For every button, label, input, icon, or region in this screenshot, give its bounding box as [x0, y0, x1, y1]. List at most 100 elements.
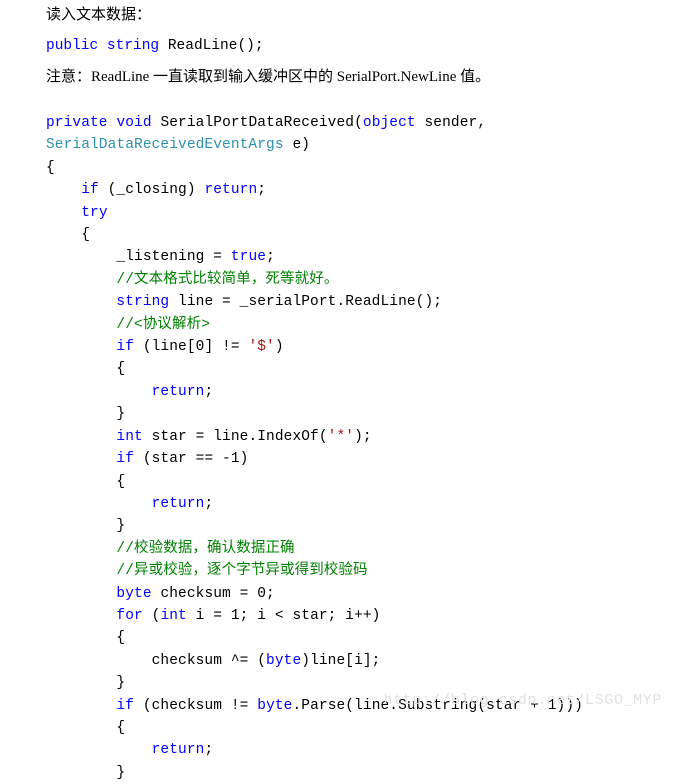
code-token-kw: private: [46, 115, 108, 131]
code-token-plain: (star == -1): [134, 451, 249, 468]
code-token-kw: for: [116, 607, 143, 624]
code-token-plain: {: [46, 473, 126, 490]
code-token-type-name: SerialDataReceivedEventArgs: [46, 137, 284, 154]
code-line: checksum ^= (byte)line[i];: [46, 650, 666, 672]
code-token-plain: {: [46, 361, 126, 378]
code-token-plain: ;: [204, 495, 214, 512]
code-token-cmt: //异或校验，逐个字节异或得到校验码: [46, 563, 368, 580]
code-token-kw: string: [116, 294, 170, 311]
code-token-plain: (checksum !=: [134, 697, 258, 714]
code-line: {: [46, 358, 666, 380]
code-token-kw: return: [204, 182, 258, 199]
signature-rest: ReadLine();: [159, 38, 264, 54]
code-token-plain: ): [274, 339, 284, 356]
code-line: private void SerialPortDataReceived(obje…: [46, 112, 666, 134]
code-token-kw: int: [160, 607, 187, 624]
code-token-kw: if: [116, 697, 135, 714]
code-line: if (star == -1): [46, 448, 666, 470]
code-line: int star = line.IndexOf('*');: [46, 426, 666, 448]
code-token-kw: byte: [266, 652, 302, 669]
code-token-plain: ;: [266, 249, 275, 266]
code-line: string line = _serialPort.ReadLine();: [46, 291, 666, 313]
code-token-cmt: //文本格式比较简单，死等就好。: [46, 271, 339, 288]
code-token-kw: if: [81, 182, 99, 199]
code-token-kw: return: [151, 495, 205, 512]
code-line: //<协议解析>: [46, 314, 666, 336]
code-token-plain: }: [46, 518, 126, 535]
code-token-plain: checksum ^= (: [46, 652, 267, 669]
code-token-kw: return: [151, 383, 205, 400]
code-token-plain: )line[i];: [301, 652, 381, 669]
code-line: try: [46, 202, 666, 224]
code-token-plain: checksum = 0;: [151, 585, 275, 602]
code-line: }: [46, 515, 666, 537]
code-token-kw: void: [116, 115, 152, 131]
code-token-cmt: //<协议解析>: [46, 316, 211, 333]
code-token-plain: i = 1; i < star; i++): [186, 607, 381, 624]
method-signature: public string ReadLine();: [46, 31, 646, 62]
code-line: return;: [46, 739, 666, 761]
code-token-kw: try: [81, 204, 108, 221]
code-token-plain: {: [46, 719, 126, 736]
section-heading: 读入文本数据：: [46, 7, 152, 23]
prose-section: 读入文本数据： public string ReadLine(); 注意：Rea…: [46, 0, 646, 93]
code-token-plain: e): [283, 137, 311, 154]
code-line: }: [46, 403, 666, 425]
code-token-plain: }: [46, 406, 126, 423]
code-line: //文本格式比较简单，死等就好。: [46, 269, 666, 291]
code-token-plain: {: [46, 630, 126, 647]
code-token-kw: int: [116, 428, 143, 445]
code-line: if (line[0] != '$'): [46, 336, 666, 358]
code-token-plain: ;: [204, 742, 214, 759]
code-token-kw: if: [116, 339, 135, 356]
code-token-kw: true: [230, 249, 267, 266]
page-root: { "document": { "title_line": "读入文本数据：",…: [0, 0, 674, 781]
signature-space: [98, 38, 107, 54]
code-token-plain: _listening =: [46, 249, 231, 266]
code-line: //校验数据，确认数据正确: [46, 538, 666, 560]
code-token-plain: {: [46, 227, 91, 244]
code-line: if (_closing) return;: [46, 179, 666, 201]
code-token-kw: return: [151, 742, 205, 759]
code-line: _listening = true;: [46, 246, 666, 268]
code-token-plain: line = _serialPort.ReadLine();: [169, 294, 443, 311]
code-token-plain: );: [354, 428, 372, 445]
code-line: SerialDataReceivedEventArgs e): [46, 134, 666, 156]
signature-keyword-public: public: [46, 38, 99, 54]
code-line: //异或校验，逐个字节异或得到校验码: [46, 560, 666, 582]
code-token-plain: (: [142, 607, 161, 624]
code-snippet: private void SerialPortDataReceived(obje…: [46, 112, 666, 784]
code-token-kw: object: [362, 115, 416, 131]
code-token-plain: sender,: [415, 115, 487, 131]
code-token-plain: }: [46, 764, 126, 781]
code-token-plain: ;: [204, 383, 214, 400]
code-token-plain: (_closing): [98, 182, 205, 199]
signature-keyword-string: string: [106, 38, 160, 54]
code-line: return;: [46, 381, 666, 403]
code-token-plain: {: [46, 159, 55, 176]
code-line: byte checksum = 0;: [46, 583, 666, 605]
code-line: {: [46, 717, 666, 739]
code-line: return;: [46, 493, 666, 515]
code-token-plain: ;: [257, 182, 267, 199]
code-token-str: '$': [248, 339, 275, 356]
code-token-kw: byte: [257, 697, 293, 714]
code-token-plain: SerialPortDataReceived(: [151, 115, 363, 131]
code-line: {: [46, 224, 666, 246]
code-token-plain: star = line.IndexOf(: [142, 428, 328, 445]
code-line: {: [46, 627, 666, 649]
code-token-cmt: //校验数据，确认数据正确: [46, 540, 295, 557]
code-line: }: [46, 762, 666, 784]
code-token-plain: (line[0] !=: [134, 339, 249, 356]
watermark-url: http://blog.csdn.net/LSGO_MYP: [383, 692, 662, 709]
